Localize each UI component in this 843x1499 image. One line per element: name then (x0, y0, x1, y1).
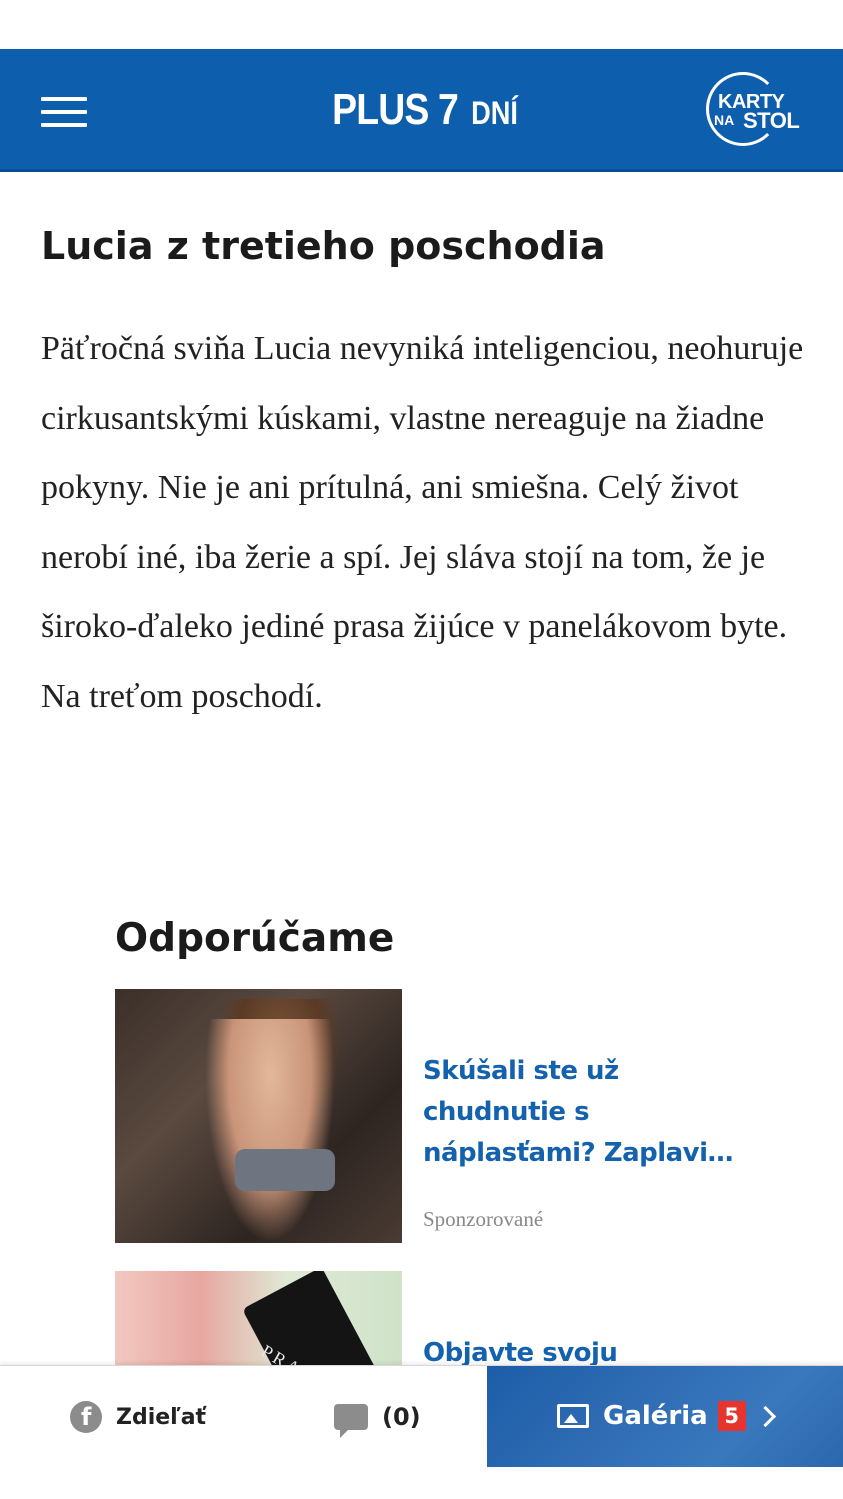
sponsored-label: Sponzorované (423, 1207, 544, 1231)
gallery-button[interactable]: Galéria 5 (487, 1366, 843, 1467)
article-body: Päťročná sviňa Lucia nevyniká inteligenc… (41, 330, 804, 715)
article-title: Lucia z tretieho poschodia (41, 224, 606, 268)
comment-icon (334, 1404, 368, 1438)
gallery-icon (557, 1404, 589, 1428)
bottom-action-bar: Zdieľať (0) Galéria 5 (0, 1365, 843, 1467)
comments-button[interactable]: (0) (334, 1400, 421, 1438)
recommended-image-2[interactable]: PRADA (115, 1271, 402, 1371)
logo-main-text: PLUS 7 (331, 85, 459, 134)
share-label: Zdieľať (116, 1404, 207, 1430)
recommended-image-1[interactable] (115, 989, 402, 1243)
gallery-count-badge: 5 (717, 1401, 746, 1431)
facebook-icon (70, 1401, 102, 1433)
karty-na-stol-logo[interactable]: KARTY NA STOL (706, 72, 806, 152)
logo-sub-text: DNÍ (471, 95, 519, 131)
recommended-heading: Odporúčame (115, 916, 395, 961)
top-navigation-bar: PLUS 7 DNÍ KARTY NA STOL (0, 49, 843, 172)
badge-line3: STOL (743, 108, 800, 133)
comments-count: (0) (382, 1403, 421, 1431)
perfume-box: PRADA (242, 1271, 378, 1371)
badge-line2: NA (714, 112, 735, 128)
share-button[interactable]: Zdieľať (70, 1400, 206, 1434)
chevron-right-icon (754, 1405, 776, 1427)
recommended-link-1[interactable]: Skúšali ste už chudnutie s náplasťami? Z… (423, 1051, 753, 1174)
gallery-label: Galéria (603, 1401, 708, 1431)
